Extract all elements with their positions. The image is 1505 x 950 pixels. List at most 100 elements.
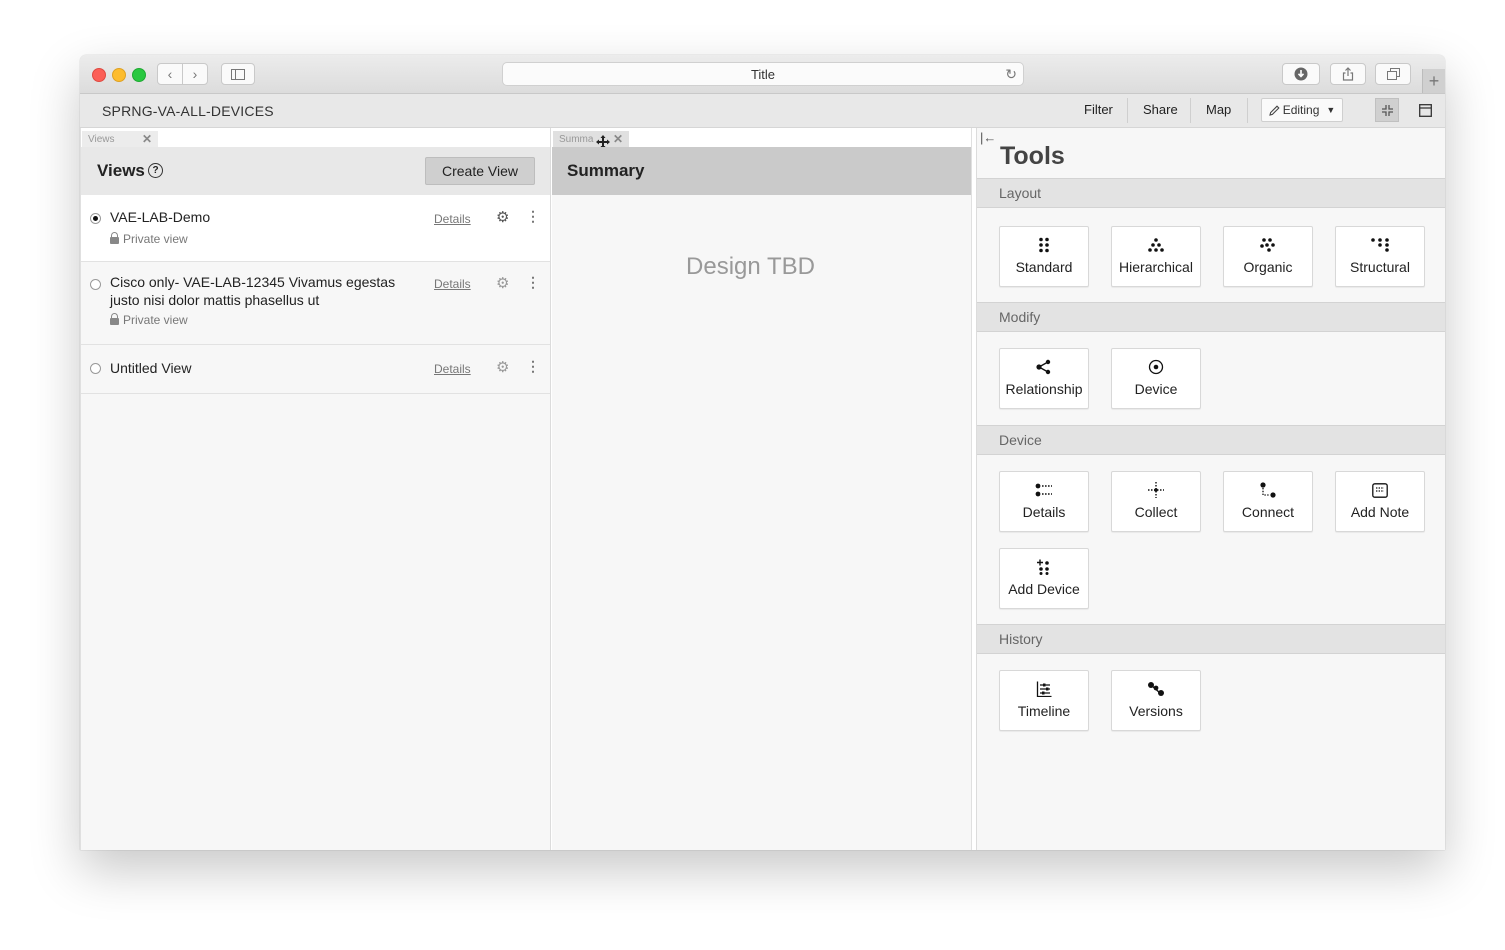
tool-add-note[interactable]: Add Note	[1335, 471, 1425, 532]
tool-label: Relationship	[1005, 381, 1083, 397]
summary-header: Summary	[552, 147, 971, 195]
sidebar-toggle-button[interactable]	[221, 63, 255, 85]
views-header: Views ? Create View	[81, 147, 550, 195]
section-header-device: Device	[977, 425, 1445, 455]
views-tab-label: Views	[88, 133, 115, 145]
summary-placeholder: Design TBD	[686, 253, 815, 280]
app-title: SPRNG-VA-ALL-DEVICES	[102, 103, 274, 119]
view-radio[interactable]	[90, 363, 101, 374]
filter-link[interactable]: Filter	[1084, 102, 1113, 117]
add-device-icon	[1037, 559, 1049, 575]
view-list-item[interactable]: Untitled View Details ⚙ ⋮	[81, 345, 550, 394]
reload-icon[interactable]: ↻	[1005, 66, 1017, 83]
share-button[interactable]	[1330, 63, 1366, 85]
tool-label: Standard	[1015, 259, 1073, 275]
tool-standard[interactable]: Standard	[999, 226, 1089, 287]
section-title: Device	[999, 432, 1042, 448]
back-button[interactable]: ‹	[157, 63, 183, 85]
tool-connect[interactable]: Connect	[1223, 471, 1313, 532]
view-radio[interactable]	[90, 279, 101, 290]
download-button[interactable]	[1282, 63, 1320, 85]
tool-structural[interactable]: Structural	[1335, 226, 1425, 287]
lock-icon	[110, 232, 119, 244]
caret-down-icon: ▼	[1326, 105, 1336, 115]
device-target-icon	[1148, 359, 1164, 375]
view-name: VAE-LAB-Demo	[110, 209, 211, 225]
tool-timeline[interactable]: Timeline	[999, 670, 1089, 731]
forward-button[interactable]: ›	[182, 63, 208, 85]
organic-layout-icon	[1260, 238, 1275, 252]
gear-icon[interactable]: ⚙	[496, 208, 509, 226]
views-tab[interactable]: Views ✕	[82, 131, 158, 147]
details-link[interactable]: Details	[434, 277, 471, 291]
app-header: SPRNG-VA-ALL-DEVICES Filter Share Map Ed…	[80, 94, 1445, 128]
details-link[interactable]: Details	[434, 212, 471, 226]
private-view-label: Private view	[110, 232, 188, 246]
gear-icon[interactable]: ⚙	[496, 274, 509, 292]
close-icon[interactable]: ✕	[613, 132, 623, 146]
close-icon[interactable]: ✕	[142, 132, 152, 146]
versions-icon	[1148, 682, 1164, 696]
tool-organic[interactable]: Organic	[1223, 226, 1313, 287]
header-divider	[1190, 98, 1191, 123]
view-list-item[interactable]: VAE-LAB-Demo Private view Details ⚙ ⋮	[81, 195, 550, 262]
minimize-window-button[interactable]	[112, 68, 126, 82]
summary-title: Summary	[567, 161, 645, 180]
tool-label: Connect	[1241, 504, 1295, 520]
plus-icon: +	[1428, 70, 1440, 91]
summary-tab[interactable]: Summa ✕	[553, 131, 629, 147]
tool-relationship[interactable]: Relationship	[999, 348, 1089, 409]
details-link[interactable]: Details	[434, 362, 471, 376]
summary-tab-label: Summa	[559, 133, 594, 145]
summary-tab-strip: Summa ✕	[552, 128, 971, 149]
more-options-icon[interactable]: ⋮	[526, 209, 540, 223]
standard-layout-icon	[1039, 237, 1049, 253]
privacy-text: Private view	[123, 232, 188, 246]
editing-mode-dropdown[interactable]: Editing ▼	[1261, 98, 1343, 122]
editing-mode-label: Editing	[1282, 103, 1320, 117]
tool-collect[interactable]: Collect	[1111, 471, 1201, 532]
address-title: Title	[750, 66, 776, 82]
tool-hierarchical[interactable]: Hierarchical	[1111, 226, 1201, 287]
map-link[interactable]: Map	[1206, 102, 1231, 117]
tools-pane: |← Tools Layout Standard Hierarchical Or…	[976, 128, 1445, 850]
section-title: Modify	[999, 309, 1041, 325]
connect-icon	[1260, 482, 1276, 498]
address-bar[interactable]: Title ↻	[502, 62, 1024, 86]
tool-add-device[interactable]: Add Device	[999, 548, 1089, 609]
new-tab-button[interactable]: +	[1422, 69, 1445, 93]
more-options-icon[interactable]: ⋮	[526, 359, 540, 373]
tabs-icon	[1386, 68, 1400, 80]
help-icon[interactable]: ?	[148, 163, 163, 178]
close-window-button[interactable]	[92, 68, 106, 82]
tool-details[interactable]: Details	[999, 471, 1089, 532]
tool-label: Versions	[1129, 703, 1183, 719]
create-view-button[interactable]: Create View	[425, 157, 535, 185]
view-name: Cisco only- VAE-LAB-12345 Vivamus egesta…	[110, 274, 396, 308]
tool-versions[interactable]: Versions	[1111, 670, 1201, 731]
section-title: History	[999, 631, 1043, 647]
panel-layout-button[interactable]	[1413, 98, 1437, 122]
more-options-icon[interactable]: ⋮	[526, 275, 540, 289]
section-header-modify: Modify	[977, 302, 1445, 332]
pencil-icon	[1268, 104, 1280, 116]
views-pane: Views ✕ Views ? Create View VAE-LAB-Demo…	[80, 128, 551, 850]
views-tab-strip: Views ✕	[81, 128, 550, 147]
section-header-layout: Layout	[977, 178, 1445, 208]
collapse-icon	[1381, 104, 1393, 116]
tool-label: Structural	[1350, 259, 1410, 275]
tool-label: Collect	[1134, 504, 1178, 520]
zoom-window-button[interactable]	[132, 68, 146, 82]
privacy-text: Private view	[123, 313, 188, 327]
tabs-overview-button[interactable]	[1375, 63, 1411, 85]
collapse-layout-button[interactable]	[1375, 98, 1399, 122]
view-list-item[interactable]: Cisco only- VAE-LAB-12345 Vivamus egesta…	[81, 262, 550, 345]
share-link[interactable]: Share	[1143, 102, 1178, 117]
tool-device[interactable]: Device	[1111, 348, 1201, 409]
gear-icon[interactable]: ⚙	[496, 358, 509, 376]
collapse-icon[interactable]: |←	[980, 130, 996, 145]
tool-label: Add Device	[1008, 581, 1080, 597]
view-radio[interactable]	[90, 213, 101, 224]
chevron-right-icon: ›	[192, 66, 198, 82]
hierarchical-layout-icon	[1148, 238, 1164, 252]
